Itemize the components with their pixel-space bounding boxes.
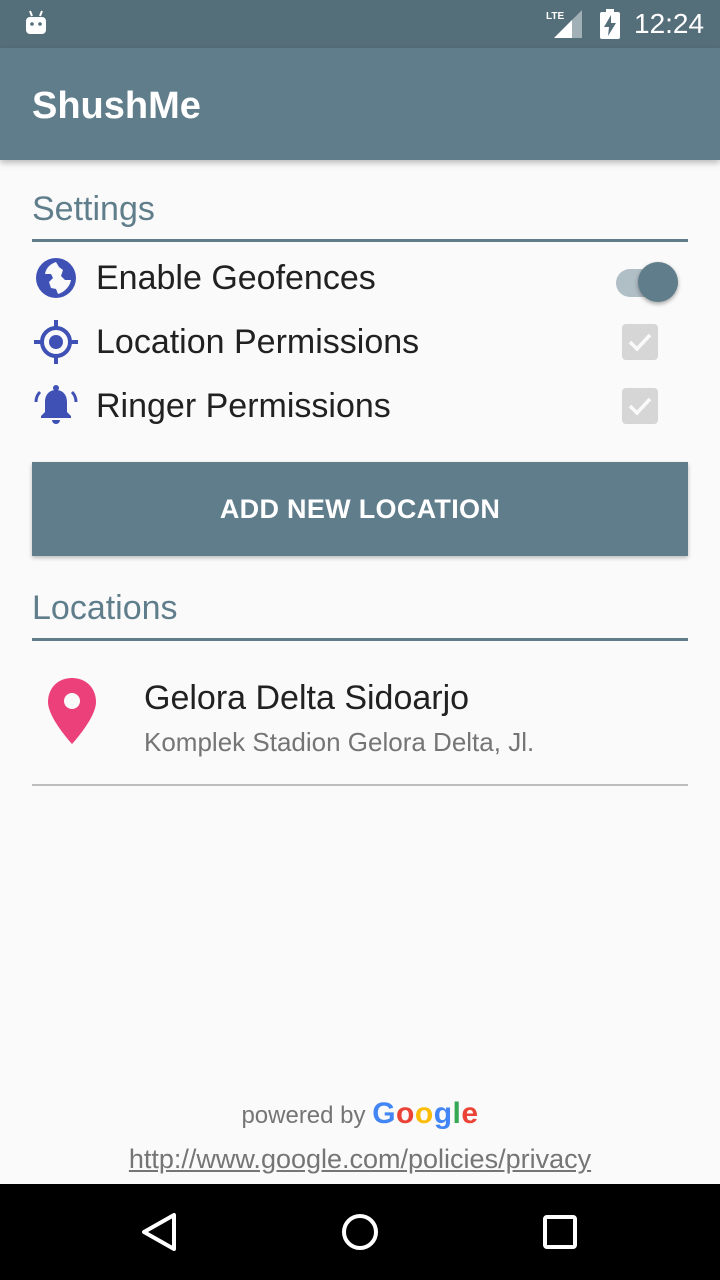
- ringer-bell-icon: [34, 385, 78, 424]
- network-type: LTE: [546, 11, 564, 22]
- google-letter: o: [414, 1097, 434, 1130]
- privacy-policy-link[interactable]: http://www.google.com/policies/privacy: [0, 1142, 720, 1176]
- setting-row-ringer-permissions: Ringer Permissions: [32, 376, 688, 436]
- ringer-permissions-label: Ringer Permissions: [96, 387, 391, 425]
- settings-section-header: Settings: [32, 190, 688, 242]
- enable-geofences-label: Enable Geofences: [96, 259, 376, 297]
- map-pin-icon: [48, 678, 96, 744]
- recents-icon[interactable]: [538, 1210, 582, 1254]
- google-letter: o: [396, 1097, 415, 1130]
- checkmark-icon: [628, 397, 652, 416]
- setting-row-location-permissions: Location Permissions: [32, 312, 688, 372]
- location-list-item[interactable]: Gelora Delta Sidoarjo Komplek Stadion Ge…: [32, 646, 688, 786]
- setting-row-enable-geofences: Enable Geofences: [32, 248, 688, 308]
- location-name: Gelora Delta Sidoarjo: [144, 679, 470, 717]
- enable-geofences-switch[interactable]: [614, 256, 682, 302]
- status-clock: 12:24: [634, 8, 705, 39]
- back-icon[interactable]: [138, 1210, 182, 1254]
- app-bar: ShushMe: [0, 48, 720, 160]
- globe-icon: [36, 258, 76, 298]
- ringer-permissions-checkbox[interactable]: [622, 388, 658, 424]
- google-letter: e: [461, 1097, 479, 1130]
- location-target-icon: [34, 320, 78, 364]
- lte-signal-icon: LTE: [546, 10, 582, 38]
- screen: LTE 12:24 ShushMe Settings Enable Geofen…: [0, 0, 720, 1280]
- home-icon[interactable]: [338, 1210, 382, 1254]
- status-bar: LTE 12:24: [0, 0, 720, 48]
- google-letter: G: [372, 1097, 397, 1130]
- android-notification-icon: [26, 10, 46, 34]
- settings-header-label: Settings: [32, 190, 155, 228]
- powered-by-google: powered by Google: [0, 1098, 720, 1132]
- switch-thumb: [638, 262, 678, 302]
- google-logo: Google: [372, 1097, 478, 1130]
- checkmark-icon: [628, 333, 652, 352]
- add-new-location-button[interactable]: ADD NEW LOCATION: [32, 462, 688, 556]
- navigation-bar: [0, 1184, 720, 1280]
- locations-section-header: Locations: [32, 589, 688, 641]
- location-permissions-label: Location Permissions: [96, 323, 420, 361]
- battery-charging-icon: [600, 9, 620, 39]
- google-letter: g: [433, 1097, 453, 1130]
- add-new-location-label: ADD NEW LOCATION: [219, 494, 501, 524]
- location-permissions-checkbox[interactable]: [622, 324, 658, 360]
- location-address: Komplek Stadion Gelora Delta, Jl.: [144, 727, 535, 757]
- powered-by-text: powered by: [241, 1102, 366, 1129]
- locations-header-label: Locations: [32, 589, 178, 627]
- app-title: ShushMe: [32, 85, 201, 127]
